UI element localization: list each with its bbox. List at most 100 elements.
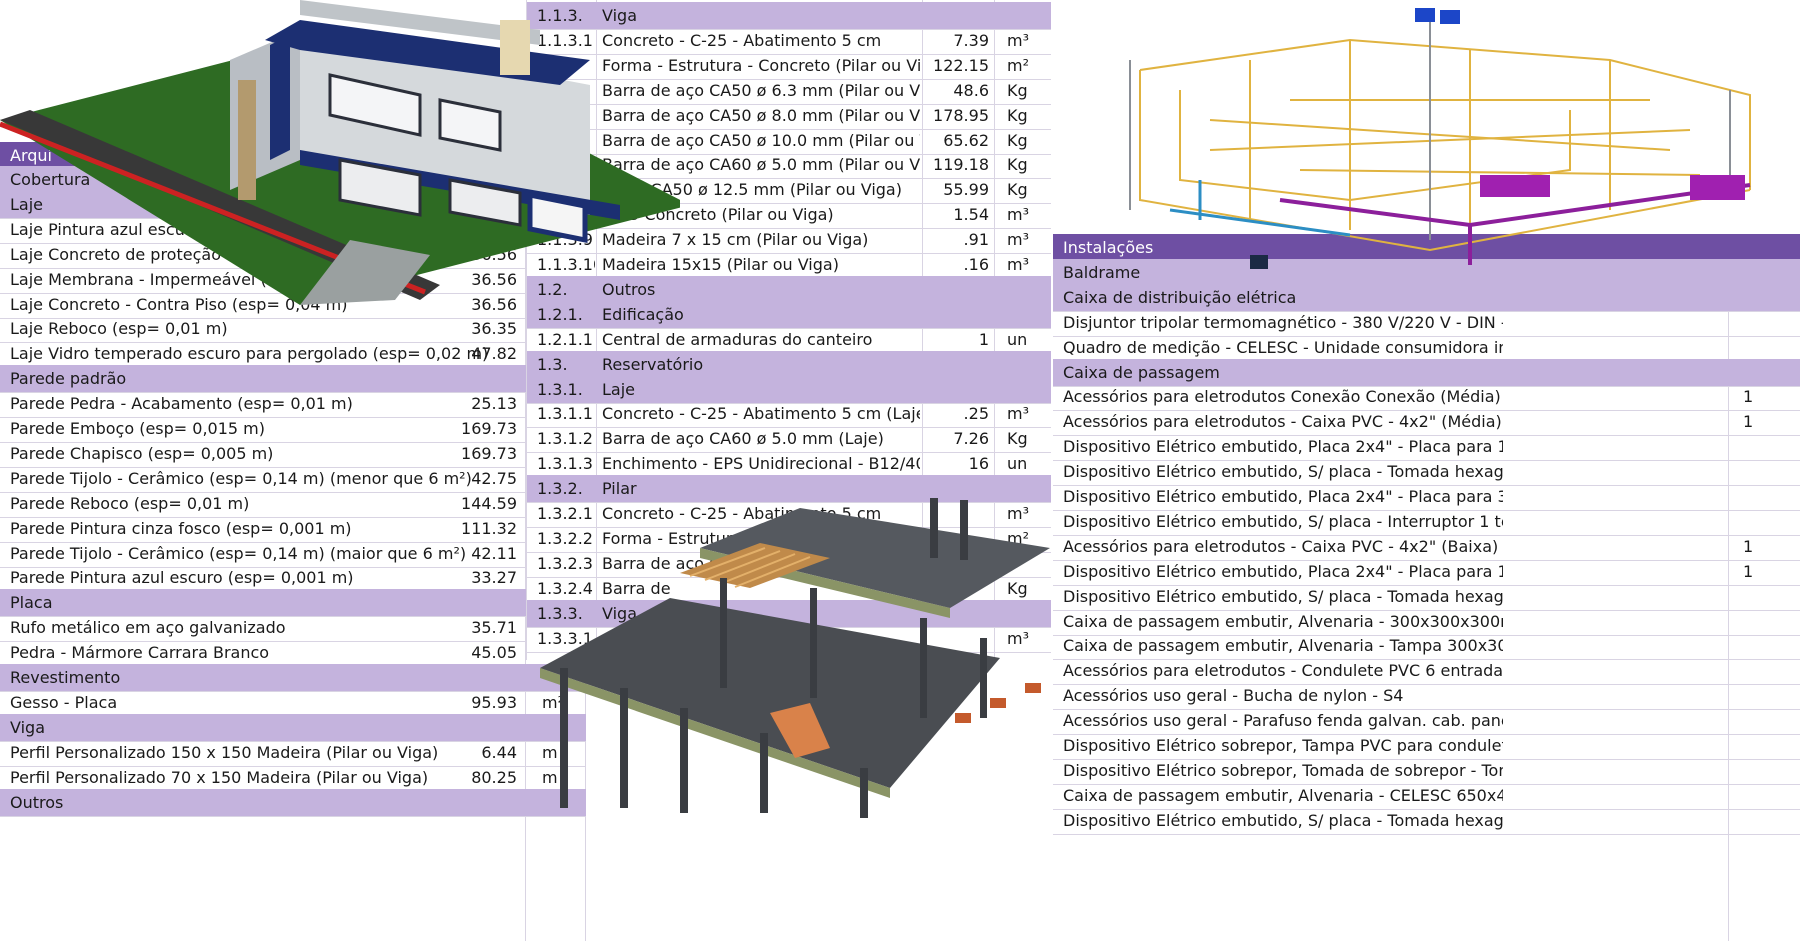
section-row[interactable]: Caixa de passagem: [1053, 358, 1800, 387]
item-description: Parede Emboço (esp= 0,015 m): [10, 419, 265, 438]
house-3d-render: [0, 0, 680, 305]
table-row[interactable]: 1.3.1.1 Concreto - C-25 - Abatimento 5 cm…: [527, 400, 1051, 429]
table-row[interactable]: Rufo metálico em aço galvanizado 35.71: [0, 614, 586, 643]
table-row[interactable]: Parede Tijolo - Cerâmico (esp= 0,14 m) (…: [0, 465, 586, 493]
item-quantity: 45.05: [471, 643, 517, 663]
table-row[interactable]: Dispositivo Elétrico sobrepor, Tampa PVC…: [1053, 732, 1800, 760]
table-row[interactable]: Parede Emboço (esp= 0,015 m) 169.73: [0, 415, 586, 443]
installations-3d-render: [1129, 8, 1751, 269]
item-description: Parede Chapisco (esp= 0,005 m): [10, 443, 274, 463]
table-row[interactable]: Dispositivo Elétrico sobrepor, Tomada de…: [1053, 757, 1800, 785]
item-description: Viga: [10, 717, 45, 737]
table-row[interactable]: Parede Pintura azul escuro (esp= 0,001 m…: [0, 564, 586, 593]
table-row[interactable]: Parede Pintura cinza fosco (esp= 0,001 m…: [0, 515, 586, 543]
item-description: Parede padrão: [10, 369, 127, 389]
section-row[interactable]: Placa: [0, 589, 586, 618]
installations-quantity-table: Instalações Baldrame Caixa de distribuição…: [1053, 234, 1800, 941]
item-quantity: 48.6: [953, 80, 989, 100]
table-row[interactable]: Dispositivo Elétrico embutido, S/ placa …: [1053, 807, 1800, 835]
item-quantity: 16: [968, 454, 989, 474]
item-unit: m³: [1007, 30, 1029, 50]
item-code: 1.3.: [537, 354, 568, 374]
table-row[interactable]: Acessórios para eletrodutos - Caixa PVC …: [1053, 408, 1800, 437]
section-row[interactable]: Revestimento: [0, 664, 586, 692]
item-unit: m³: [1007, 255, 1029, 274]
table-row[interactable]: 1.3.1.2 Barra de aço CA60 ø 5.0 mm (Laje)…: [527, 425, 1051, 454]
table-row[interactable]: Parede Chapisco (esp= 0,005 m) 169.73: [0, 440, 586, 468]
table-row[interactable]: Dispositivo Elétrico embutido, S/ placa …: [1053, 508, 1800, 536]
table-row[interactable]: Laje Vidro temperado escuro para pergola…: [0, 340, 586, 369]
item-quantity: 1: [1743, 387, 1754, 407]
item-quantity: 111.32: [461, 518, 517, 538]
item-description: Laje Vidro temperado escuro para pergola…: [10, 344, 489, 364]
item-quantity: 1: [1743, 561, 1754, 581]
item-quantity: 144.59: [461, 493, 517, 513]
section-row[interactable]: 1.3. Reservatório: [527, 350, 1051, 379]
table-row[interactable]: Acessórios para eletrodutos - Condulete …: [1053, 657, 1800, 686]
item-description: Parede Pintura cinza fosco (esp= 0,001 m…: [10, 518, 352, 538]
item-quantity: 1: [1743, 412, 1754, 432]
table-row[interactable]: Parede Pedra - Acabamento (esp= 0,01 m) 2…: [0, 390, 586, 419]
item-description: Revestimento: [10, 668, 121, 687]
table-row[interactable]: Perfil Personalizado 70 x 150 Madeira (P…: [0, 764, 586, 792]
section-row[interactable]: 1.3.1. Laje: [527, 375, 1051, 404]
item-quantity: .91: [963, 230, 989, 250]
item-unit: Kg: [1007, 429, 1028, 449]
table-row[interactable]: Pedra - Mármore Carrara Branco 45.05: [0, 639, 586, 668]
table-row[interactable]: 1.3.1.3 Enchimento - EPS Unidirecional - …: [527, 450, 1051, 479]
item-quantity: .25: [963, 404, 989, 424]
item-quantity: 7.39: [953, 30, 989, 50]
section-row[interactable]: Caixa de distribuição elétrica: [1053, 283, 1800, 312]
table-row[interactable]: Parede Reboco (esp= 0,01 m) 144.59: [0, 490, 586, 518]
section-row[interactable]: Parede padrão: [0, 365, 586, 394]
table-row[interactable]: Acessórios uso geral - Bucha de nylon - …: [1053, 682, 1800, 711]
item-unit: Kg: [1007, 180, 1028, 200]
item-description: Placa: [10, 593, 53, 613]
table-row[interactable]: 1.2.1.1 Central de armaduras do canteiro 1…: [527, 326, 1051, 354]
item-quantity: 25.13: [471, 394, 517, 414]
item-description: Dispositivo Elétrico embutido, S/ placa …: [1063, 462, 1503, 482]
item-description: Parede Tijolo - Cerâmico (esp= 0,14 m) (…: [10, 543, 467, 563]
table-row[interactable]: Caixa de passagem embutir, Alvenaria - 3…: [1053, 608, 1800, 636]
item-quantity: 1: [1743, 536, 1754, 556]
table-row[interactable]: Caixa de passagem embutir, Alvenaria - C…: [1053, 782, 1800, 810]
section-row[interactable]: Outros: [0, 788, 586, 817]
table-row[interactable]: Acessórios para eletrodutos - Caixa PVC …: [1053, 533, 1800, 561]
item-description: Acessórios para eletrodutos Conexão Cone…: [1063, 387, 1501, 407]
item-description: Acessórios para eletrodutos - Caixa PVC …: [1063, 412, 1502, 432]
table-row[interactable]: Dispositivo Elétrico embutido, Placa 2x4…: [1053, 433, 1800, 462]
item-description: Acessórios para eletrodutos - Caixa PVC …: [1063, 536, 1499, 556]
item-description: Caixa de distribuição elétrica: [1063, 287, 1297, 307]
table-row[interactable]: Perfil Personalizado 150 x 150 Madeira (…: [0, 739, 586, 767]
item-description: Parede Pedra - Acabamento (esp= 0,01 m): [10, 394, 353, 414]
section-row[interactable]: Viga: [0, 713, 586, 742]
item-description: Dispositivo Elétrico embutido, Placa 2x4…: [1063, 561, 1503, 581]
item-description: Perfil Personalizado 150 x 150 Madeira (…: [10, 742, 439, 762]
table-row[interactable]: Dispositivo Elétrico embutido, S/ placa …: [1053, 583, 1800, 611]
structure-3d-render: [540, 498, 1050, 818]
item-unit: m³: [1007, 230, 1029, 250]
table-row[interactable]: Parede Tijolo - Cerâmico (esp= 0,14 m) (…: [0, 540, 586, 568]
item-description: Gesso - Placa: [10, 692, 118, 712]
table-row[interactable]: Disjuntor tripolar termomagnético - 380 …: [1053, 309, 1800, 337]
item-description: Central de armaduras do canteiro: [602, 329, 873, 349]
table-row[interactable]: Caixa de passagem embutir, Alvenaria - T…: [1053, 632, 1800, 661]
table-row[interactable]: Dispositivo Elétrico embutido, S/ placa …: [1053, 458, 1800, 487]
item-description: Dispositivo Elétrico embutido, S/ placa …: [1063, 586, 1503, 606]
table-row[interactable]: Quadro de medição - CELESC - Unidade con…: [1053, 334, 1800, 362]
table-row[interactable]: Acessórios uso geral - Parafuso fenda ga…: [1053, 707, 1800, 736]
item-unit: Kg: [1007, 80, 1028, 100]
table-row[interactable]: Acessórios para eletrodutos Conexão Cone…: [1053, 383, 1800, 412]
item-code: 1.3.1.1: [537, 404, 593, 424]
table-row[interactable]: Dispositivo Elétrico embutido, Placa 2x4…: [1053, 483, 1800, 511]
table-row[interactable]: Gesso - Placa 95.93 m²: [0, 689, 586, 717]
item-quantity: 119.18: [933, 155, 989, 175]
item-quantity: 47.82: [471, 344, 517, 364]
table-row[interactable]: Dispositivo Elétrico embutido, Placa 2x4…: [1053, 558, 1800, 586]
item-description: Caixa de passagem embutir, Alvenaria - C…: [1063, 785, 1503, 805]
item-unit: m²: [1007, 55, 1029, 75]
item-description: Caixa de passagem embutir, Alvenaria - T…: [1063, 636, 1503, 656]
item-description: Rufo metálico em aço galvanizado: [10, 618, 286, 638]
item-description: Laje Reboco (esp= 0,01 m): [10, 319, 228, 339]
item-quantity: 122.15: [933, 55, 989, 75]
